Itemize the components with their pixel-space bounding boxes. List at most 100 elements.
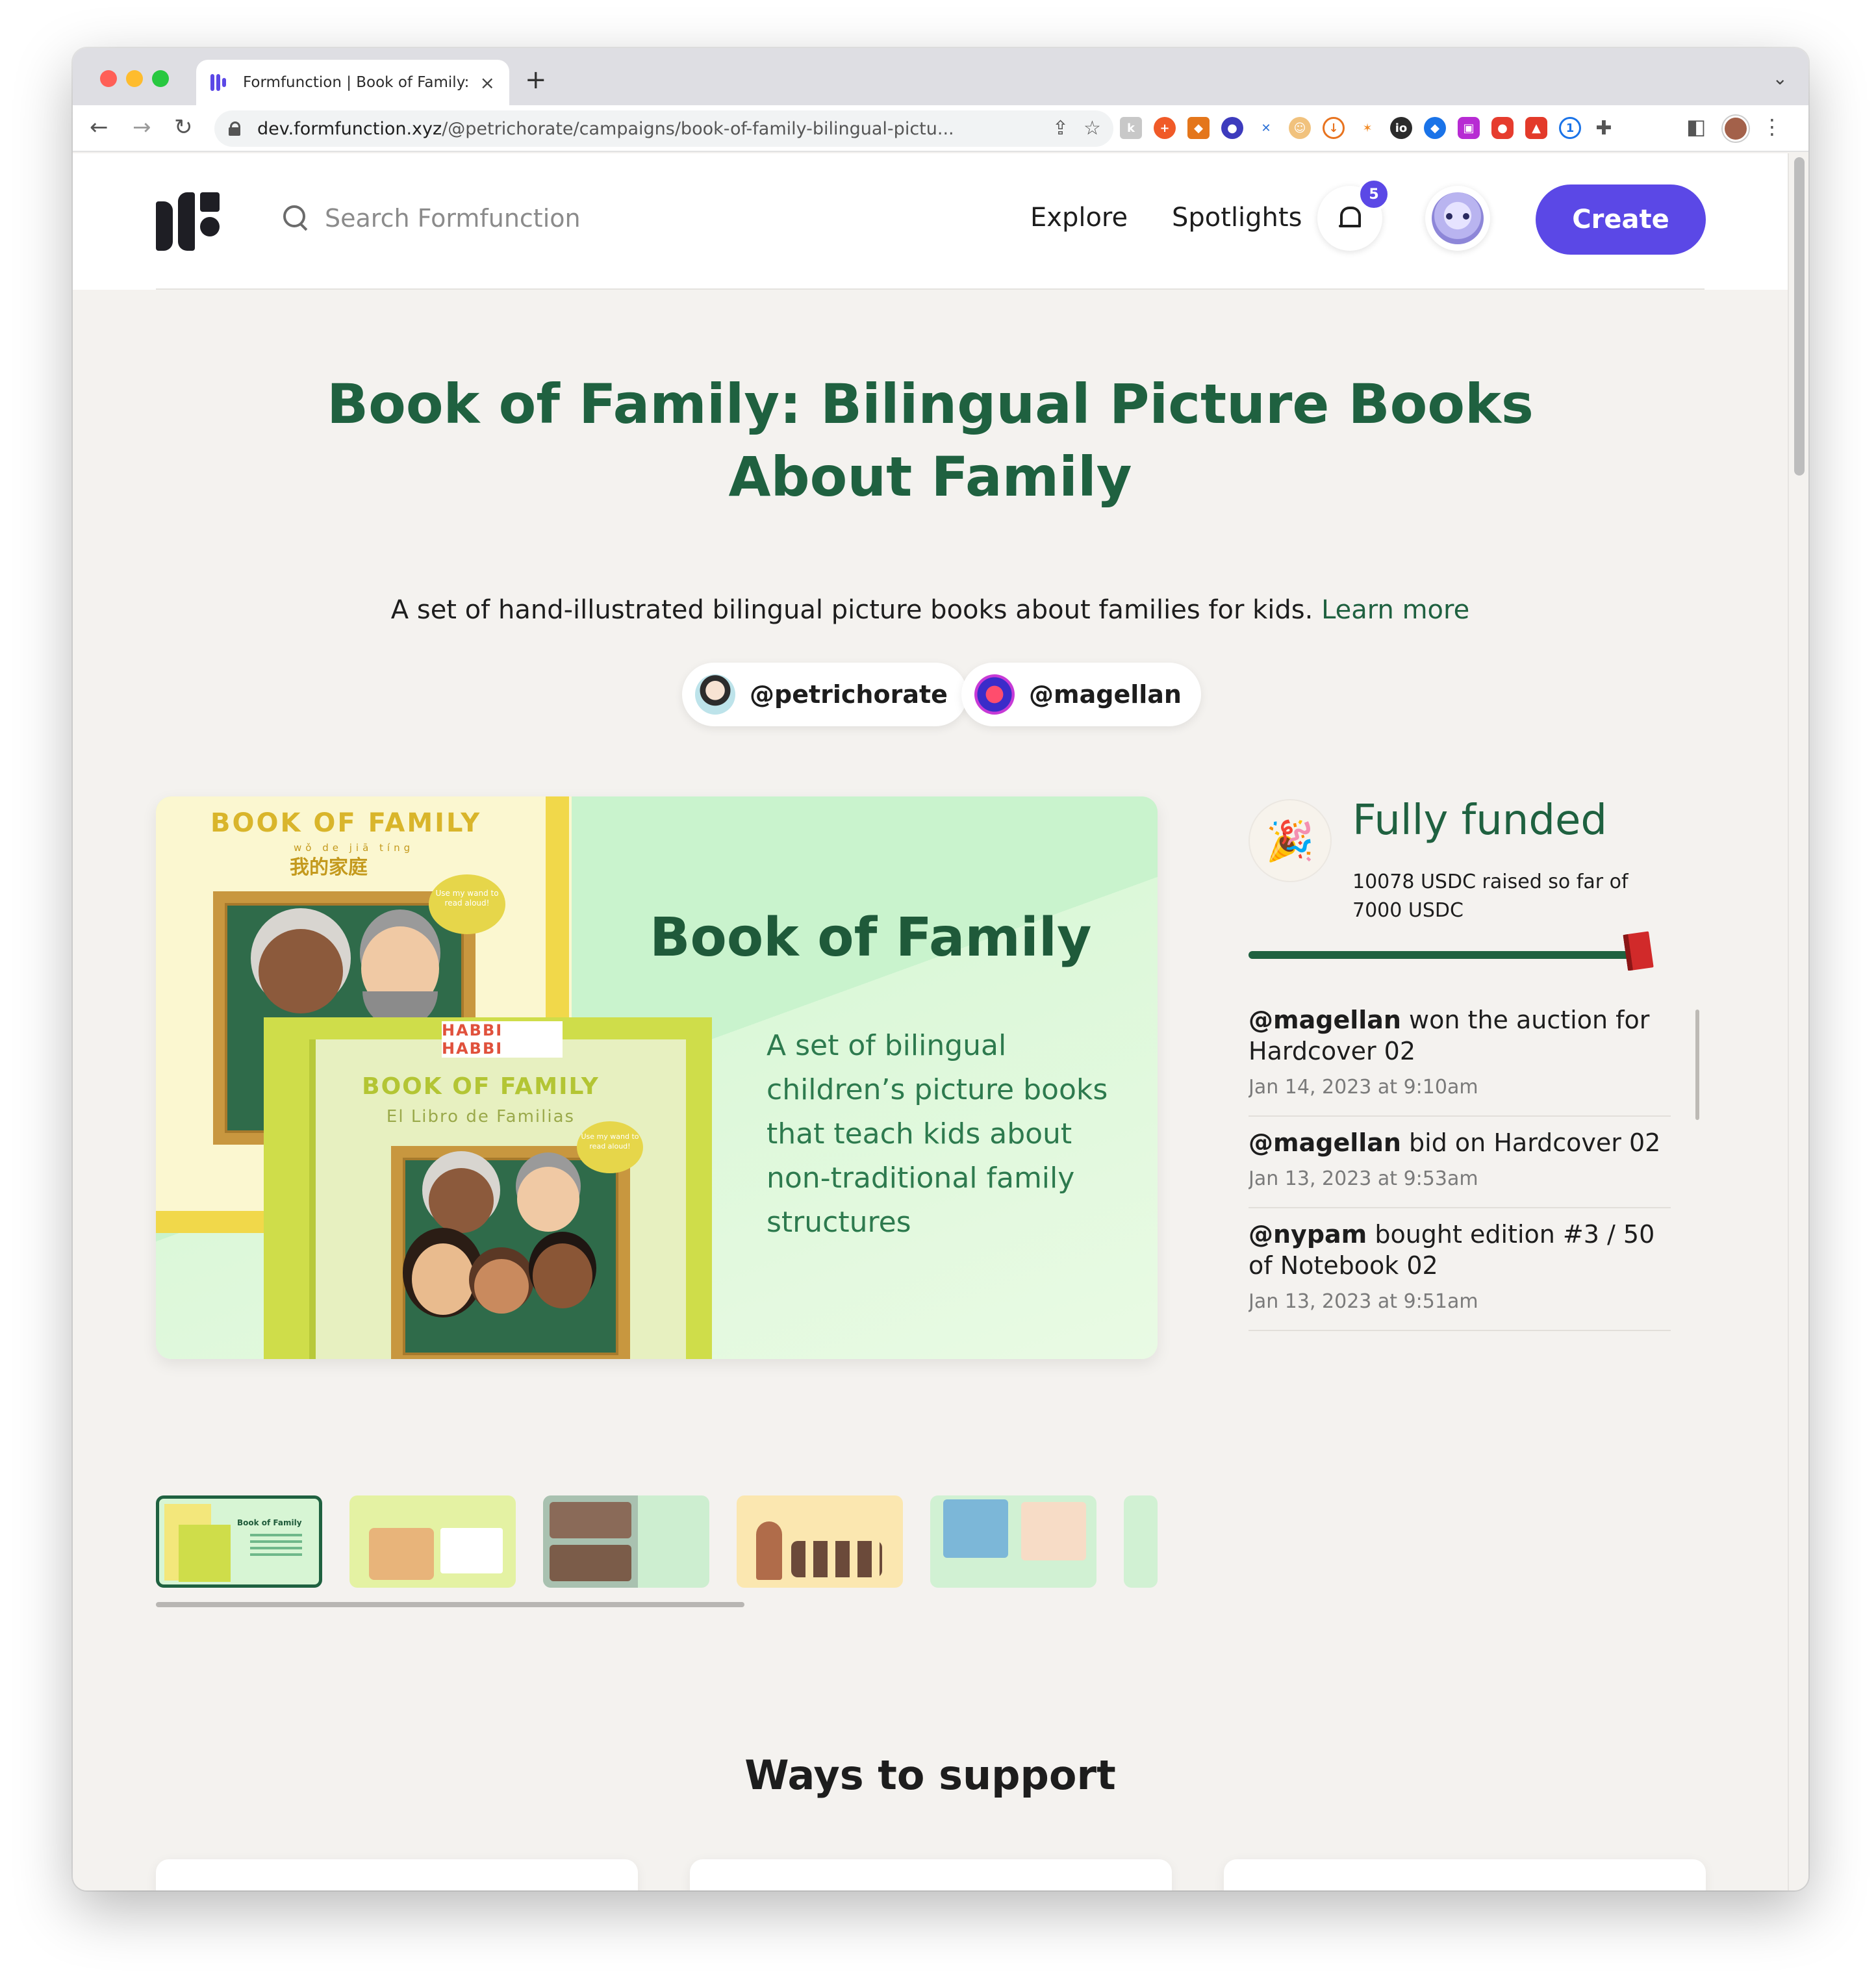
creator-pill-petrichorate[interactable]: @petrichorate: [682, 663, 967, 726]
more-menu-icon[interactable]: ⋮: [1762, 114, 1782, 139]
funding-status: Fully funded: [1352, 796, 1607, 845]
extension-icon[interactable]: +: [1154, 117, 1176, 139]
password-manager-icon[interactable]: 1: [1559, 117, 1581, 139]
puzzle-extensions-icon[interactable]: ✚: [1593, 117, 1615, 140]
thumbnail-5[interactable]: [930, 1495, 1096, 1588]
extensions-row: k + ◆ ● ✕ ☺ ↓ ✶ io ◆ ▣ ● ▲ 1 ✚: [1120, 117, 1615, 140]
tab-list-chevron-icon[interactable]: ⌄: [1773, 68, 1788, 89]
thumbnail-2[interactable]: [349, 1495, 516, 1588]
funding-progress-bar: [1249, 951, 1636, 959]
forward-arrow-icon[interactable]: →: [133, 114, 151, 140]
activity-timestamp: Jan 14, 2023 at 9:10am: [1249, 1076, 1478, 1099]
party-popper-icon: 🎉: [1249, 799, 1332, 882]
avatar: [695, 674, 735, 715]
minimize-window-button[interactable]: [126, 70, 143, 87]
support-card-3[interactable]: [1224, 1859, 1706, 1890]
activity-timestamp: Jan 13, 2023 at 9:51am: [1249, 1290, 1478, 1313]
funding-amount: 10078 USDC raised so far of 7000 USDC: [1352, 871, 1629, 922]
user-avatar-button[interactable]: [1425, 186, 1490, 251]
reload-icon[interactable]: ↻: [174, 114, 193, 140]
back-book-title: BOOK OF FAMILY: [210, 808, 482, 838]
address-bar[interactable]: dev.formfunction.xyz/@petrichorate/campa…: [214, 110, 1113, 147]
thumbnail-1[interactable]: Book of Family: [156, 1495, 322, 1588]
activity-user[interactable]: @nypam: [1249, 1220, 1367, 1249]
close-window-button[interactable]: [100, 70, 117, 87]
back-arrow-icon[interactable]: ←: [90, 114, 108, 140]
activity-item[interactable]: @toonies bought edition #10 / 1000 of Sc…: [1249, 1331, 1671, 1334]
activity-item[interactable]: @magellan won the auction for Hardcover …: [1249, 994, 1671, 1117]
habbi-habbi-logo: HABBI HABBI: [442, 1021, 563, 1058]
bookmark-star-icon[interactable]: ☆: [1084, 117, 1101, 140]
thumbnail-4[interactable]: [737, 1495, 903, 1588]
activity-item[interactable]: @nypam bought edition #3 / 50 of Noteboo…: [1249, 1208, 1671, 1331]
extension-icon[interactable]: ●: [1221, 117, 1243, 139]
creator-name: @petrichorate: [750, 680, 948, 709]
tab-close-icon[interactable]: ×: [480, 72, 495, 94]
creator-name: @magellan: [1029, 680, 1182, 709]
campaign-hero-image[interactable]: BOOK OF FAMILY wǒ de jiā tíng 我的家庭 Use m…: [156, 796, 1158, 1359]
extension-icon[interactable]: k: [1120, 117, 1142, 139]
sparkle-icon[interactable]: ✶: [1356, 117, 1378, 139]
activity-user[interactable]: @magellan: [1249, 1128, 1401, 1157]
avatar: [1432, 192, 1484, 244]
activity-feed[interactable]: @magellan won the auction for Hardcover …: [1249, 994, 1671, 1334]
activity-action: bid on Hardcover 02: [1401, 1128, 1661, 1157]
nav-spotlights[interactable]: Spotlights: [1172, 203, 1302, 233]
extension-icon[interactable]: ▣: [1458, 117, 1480, 139]
metamask-fox-icon[interactable]: ◆: [1187, 117, 1210, 139]
formfunction-logo[interactable]: [156, 192, 221, 251]
extension-icon[interactable]: ▲: [1525, 117, 1547, 139]
notification-count-badge: 5: [1358, 178, 1390, 210]
support-card-2[interactable]: [690, 1859, 1172, 1890]
campaign-description: A set of hand-illustrated bilingual pict…: [268, 595, 1593, 625]
page: Explore Spotlights 5 Create Book of Fami…: [73, 153, 1788, 1890]
read-aloud-bubble: Use my wand to read aloud!: [429, 874, 505, 934]
extension-icon[interactable]: ●: [1491, 117, 1514, 139]
extension-icon[interactable]: ☺: [1289, 117, 1311, 139]
activity-timestamp: Jan 13, 2023 at 9:53am: [1249, 1167, 1478, 1190]
create-button[interactable]: Create: [1536, 184, 1706, 255]
activity-text: @magellan won the auction for Hardcover …: [1249, 1004, 1671, 1067]
activity-user[interactable]: @magellan: [1249, 1006, 1401, 1034]
avatar: [974, 674, 1015, 715]
nav-explore[interactable]: Explore: [1030, 203, 1128, 233]
activity-text: @nypam bought edition #3 / 50 of Noteboo…: [1249, 1219, 1671, 1281]
header-divider: [156, 288, 1705, 290]
activity-item[interactable]: @magellan bid on Hardcover 02 Jan 13, 202…: [1249, 1117, 1671, 1208]
download-icon[interactable]: ↓: [1323, 117, 1345, 139]
front-book-title: BOOK OF FAMILY: [362, 1073, 600, 1100]
new-tab-icon[interactable]: +: [525, 65, 547, 95]
maximize-window-button[interactable]: [152, 70, 169, 87]
tab-title: Formfunction | Book of Family: Bilingual…: [243, 74, 470, 91]
side-panel-icon[interactable]: ◧: [1686, 114, 1706, 139]
ways-to-support-title: Ways to support: [744, 1751, 1116, 1799]
thumbnail-caption: Book of Family: [237, 1518, 302, 1527]
description-text: A set of hand-illustrated bilingual pict…: [390, 595, 1313, 625]
extension-icon[interactable]: io: [1390, 117, 1412, 139]
thumbnail-6[interactable]: [1124, 1495, 1158, 1588]
profile-avatar[interactable]: [1723, 116, 1749, 142]
front-book-frame: [391, 1146, 630, 1359]
support-card-1[interactable]: [156, 1859, 638, 1890]
thumbnail-scrollbar[interactable]: [156, 1602, 744, 1607]
page-scrollbar[interactable]: [1788, 153, 1808, 1890]
formfunction-favicon-icon: [210, 72, 231, 93]
search-input[interactable]: [325, 200, 663, 236]
site-header: Explore Spotlights 5 Create: [73, 153, 1788, 290]
back-book-chinese-title: 我的家庭: [290, 856, 368, 879]
read-aloud-bubble: Use my wand to read aloud!: [577, 1121, 643, 1173]
hero-heading: Book of Family: [650, 907, 1092, 969]
browser-toolbar: ← → ↻ dev.formfunction.xyz/@petrichorate…: [73, 105, 1808, 152]
search-icon: [283, 205, 308, 230]
page-scroll-thumb[interactable]: [1794, 157, 1805, 476]
learn-more-link[interactable]: Learn more: [1321, 595, 1469, 625]
activity-scrollbar[interactable]: [1695, 1010, 1699, 1120]
thumbnail-3[interactable]: [543, 1495, 709, 1588]
bell-icon: [1339, 205, 1361, 231]
extension-icon[interactable]: ✕: [1255, 117, 1277, 139]
extension-icon[interactable]: ◆: [1424, 117, 1446, 139]
campaign-title: Book of Family: Bilingual Picture Books …: [327, 372, 1534, 509]
browser-tab[interactable]: Formfunction | Book of Family: Bilingual…: [196, 60, 509, 105]
share-icon[interactable]: ⇪: [1052, 117, 1069, 140]
creator-pill-magellan[interactable]: @magellan: [961, 663, 1201, 726]
